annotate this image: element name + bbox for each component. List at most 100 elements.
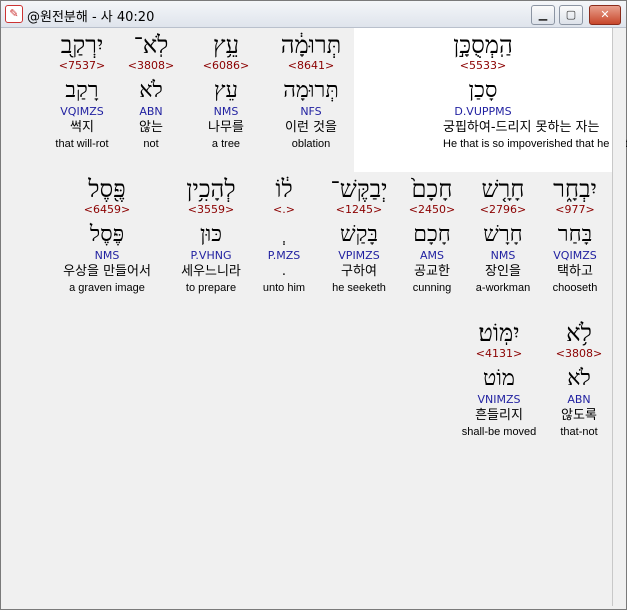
title-bar[interactable]: ✎ @원전분해 - 사 40:20 ▁ ▢ ✕: [1, 1, 626, 28]
maximize-button[interactable]: ▢: [559, 5, 583, 25]
korean-gloss: 나무를: [208, 120, 244, 135]
korean-gloss: 택하고: [557, 264, 593, 279]
strong-number[interactable]: <7537>: [42, 59, 122, 73]
english-gloss: unto him: [262, 282, 306, 294]
lemma-word: חָכָם: [413, 222, 451, 247]
word-cell[interactable]: הַֽמְסֻכָּ֣ן <5533> סָכַן D.VUPPMS 궁핍하여-…: [443, 31, 627, 151]
hebrew-word: עֵ֥ץ: [212, 31, 240, 59]
strong-number[interactable]: <3808>: [539, 347, 619, 361]
strong-number[interactable]: <.>: [249, 203, 319, 217]
morph-code: NMS: [490, 249, 516, 262]
morph-code: VQIMZS: [60, 105, 104, 118]
morph-code: NMS: [213, 105, 239, 118]
english-gloss: that-not: [560, 426, 598, 438]
word-cell[interactable]: לֹ֥א <3808> לֹא ABN 않도록 that-not: [539, 319, 619, 439]
morph-code: VPIMZS: [338, 249, 380, 262]
lemma-word: סָכַן: [468, 78, 498, 103]
korean-gloss: 구하여: [341, 264, 377, 279]
lemma-word: בָּקַשׁ: [340, 222, 378, 247]
english-gloss: not: [143, 138, 159, 150]
english-gloss: cunning: [412, 282, 452, 294]
morph-code: VNIMZS: [477, 393, 521, 406]
hebrew-word: ל֔וֹ: [275, 175, 293, 203]
korean-gloss: 썩지: [70, 120, 94, 135]
morph-code: P.VHNG: [190, 249, 232, 262]
word-cell[interactable]: עֵ֥ץ <6086> עֵץ NMS 나무를 a tree: [186, 31, 266, 151]
lemma-word: לֹא: [139, 78, 163, 103]
word-cell[interactable]: ל֔וֹ <.> ְ P.MZS . unto him: [249, 175, 319, 295]
hebrew-word: לְהָכִ֥ין: [186, 175, 236, 203]
english-gloss: a graven image: [69, 282, 145, 294]
app-icon[interactable]: ✎: [5, 5, 23, 23]
strong-number[interactable]: <977>: [535, 203, 615, 217]
hebrew-word: תְּרוּמָ֔ה: [280, 31, 342, 59]
english-gloss: He that is so impoverished that he hath …: [443, 138, 627, 150]
lemma-word: כּוּן: [200, 222, 222, 247]
morph-code: AMS: [420, 249, 444, 262]
word-cell[interactable]: לְהָכִ֥ין <3559> כּוּן P.VHNG 세우느니라 to p…: [171, 175, 251, 295]
word-cell[interactable]: יִבְחָ֑ר <977> בָּחַר VQIMZS 택하고 chooset…: [535, 175, 615, 295]
korean-gloss: 않도록: [561, 408, 597, 423]
lemma-word: תְּרוּמָה: [283, 78, 339, 103]
korean-gloss: 우상을 만들어서: [63, 264, 151, 279]
strong-number[interactable]: <1245>: [319, 203, 399, 217]
hebrew-word: יִרְקַ֖ב: [60, 31, 104, 59]
vertical-scrollbar[interactable]: [613, 28, 626, 606]
word-cell[interactable]: תְּרוּמָ֔ה <8641> תְּרוּמָה NFS 이런 것을 ob…: [271, 31, 351, 151]
lemma-word: לֹא: [567, 366, 591, 391]
hebrew-word: פֶּ֖סֶל: [88, 175, 126, 203]
english-gloss: shall-be moved: [461, 426, 537, 438]
morph-code: P.MZS: [267, 249, 301, 262]
morph-code: VQIMZS: [553, 249, 597, 262]
korean-gloss: .: [281, 264, 287, 279]
english-gloss: chooseth: [552, 282, 598, 294]
window-title: @원전분해 - 사 40:20: [27, 10, 155, 25]
hebrew-word: יְבַקֶּשׁ־: [330, 175, 388, 203]
english-gloss: he seeketh: [332, 282, 386, 294]
hebrew-word: הַֽמְסֻכָּ֣ן: [453, 31, 513, 59]
korean-gloss: 이런 것을: [285, 120, 337, 135]
strong-number[interactable]: <2450>: [392, 203, 472, 217]
lemma-word: פֶּסֶל: [89, 222, 125, 247]
hebrew-word: לֹֽא־: [133, 31, 169, 59]
word-cell[interactable]: חָכָם֙ <2450> חָכָם AMS 공교한 cunning: [392, 175, 472, 295]
strong-number[interactable]: <3808>: [111, 59, 191, 73]
korean-gloss: 궁핍하여-드리지 못하는 자는: [443, 120, 600, 135]
morph-code: ABN: [567, 393, 591, 406]
hebrew-word: חָכָם֙: [411, 175, 453, 203]
korean-gloss: 흔들리지: [475, 408, 523, 423]
english-gloss: to prepare: [185, 282, 237, 294]
english-gloss: oblation: [291, 138, 331, 150]
strong-number[interactable]: <6459>: [52, 203, 162, 217]
strong-number[interactable]: <8641>: [271, 59, 351, 73]
lemma-word: רָקַב: [65, 78, 99, 103]
korean-gloss: 않는: [139, 120, 163, 135]
hebrew-word: יִבְחָ֑ר: [553, 175, 597, 203]
lemma-word: עֵץ: [214, 78, 238, 103]
strong-number[interactable]: <6086>: [186, 59, 266, 73]
morph-code: NMS: [94, 249, 120, 262]
english-gloss: that will-rot: [55, 138, 109, 150]
lemma-word: חָרָשׁ: [483, 222, 523, 247]
word-cell[interactable]: יְבַקֶּשׁ־ <1245> בָּקַשׁ VPIMZS 구하여 he …: [319, 175, 399, 295]
interlinear-panel: הַֽמְסֻכָּ֣ן <5533> סָכַן D.VUPPMS 궁핍하여-…: [4, 28, 627, 606]
word-cell[interactable]: לֹֽא־ <3808> לֹא ABN 않는 not: [111, 31, 191, 151]
close-button[interactable]: ✕: [589, 5, 621, 25]
lemma-word: מוֹט: [483, 366, 515, 391]
strong-number[interactable]: <5533>: [443, 59, 523, 73]
english-gloss: a tree: [211, 138, 241, 150]
morph-code: NFS: [300, 105, 322, 118]
strong-number[interactable]: <2796>: [463, 203, 543, 217]
korean-gloss: 세우느니라: [181, 264, 241, 279]
word-cell[interactable]: יִרְקַ֖ב <7537> רָקַב VQIMZS 썩지 that wil…: [42, 31, 122, 151]
word-cell[interactable]: חָרָ֤שׁ <2796> חָרָשׁ NMS 장인을 a-workman: [463, 175, 543, 295]
word-cell[interactable]: פֶּ֖סֶל <6459> פֶּסֶל NMS 우상을 만들어서 a gra…: [52, 175, 162, 295]
word-cell[interactable]: יִמּֽוֹט׃ <4131> מוֹט VNIMZS 흔들리지 shall-…: [454, 319, 544, 439]
hebrew-word: חָרָ֤שׁ: [481, 175, 525, 203]
minimize-button[interactable]: ▁: [531, 5, 555, 25]
morph-code: D.VUPPMS: [454, 105, 512, 118]
app-window: ✎ @원전분해 - 사 40:20 ▁ ▢ ✕ הַֽמְסֻכָּ֣ן <55…: [0, 0, 627, 610]
strong-number[interactable]: <4131>: [454, 347, 544, 361]
english-gloss: a-workman: [475, 282, 531, 294]
strong-number[interactable]: <3559>: [171, 203, 251, 217]
